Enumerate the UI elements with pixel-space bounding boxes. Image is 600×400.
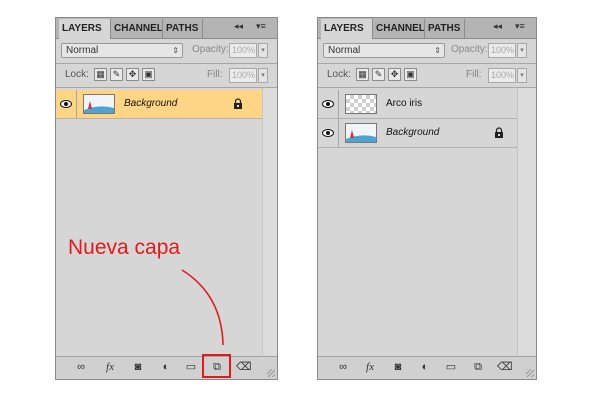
annotation-arrow (181, 269, 224, 346)
annotation-overlay (181, 269, 231, 378)
annotation-highlight-box (202, 354, 231, 378)
